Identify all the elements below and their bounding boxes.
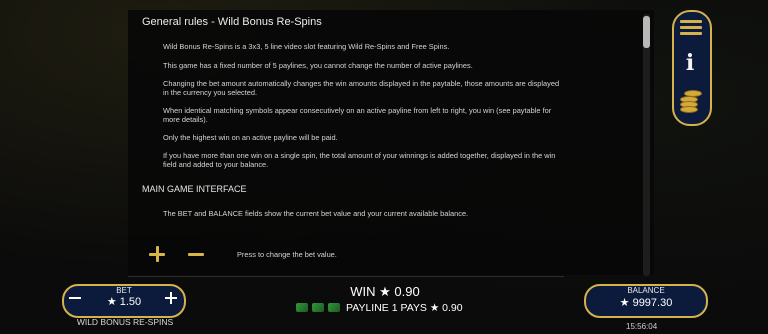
interface-paragraph: The BET and BALANCE fields show the curr… (163, 209, 469, 218)
coins-stack-icon[interactable] (678, 88, 702, 113)
bet-increase-button[interactable] (164, 291, 178, 305)
info-icon[interactable]: i (679, 50, 701, 76)
help-scrollbar[interactable] (643, 14, 650, 276)
rules-paragraph: Wild Bonus Re-Spins is a 3x3, 5 line vid… (163, 42, 450, 51)
hamburger-menu-icon[interactable] (680, 20, 702, 36)
rules-paragraph: This game has a fixed number of 5 paylin… (163, 61, 473, 70)
payline-win-info: PAYLINE 1 PAYS ★ 0.90 (296, 302, 463, 316)
plus-icon (149, 246, 165, 262)
balance-label: BALANCE (627, 286, 665, 295)
scrollbar-thumb[interactable] (643, 16, 650, 48)
rules-paragraph: Changing the bet amount automatically ch… (163, 79, 560, 97)
clock: 15:56:04 (626, 322, 658, 331)
game-name: WILD BONUS RE-SPINS (76, 317, 174, 327)
divider (128, 276, 564, 277)
rules-paragraph: If you have more than one win on a singl… (163, 151, 556, 169)
rules-paragraph: When identical matching symbols appear c… (163, 106, 552, 124)
clover-symbol-icon (296, 303, 308, 312)
clover-symbol-icon (312, 303, 324, 312)
win-amount: WIN ★ 0.90 (350, 284, 420, 299)
bet-control-description: Press to change the bet value. (237, 250, 337, 259)
section-title: MAIN GAME INTERFACE (142, 184, 247, 194)
clover-symbol-icon (328, 303, 340, 312)
bet-decrease-button[interactable] (68, 291, 82, 305)
balance-value: ★ 9997.30 (619, 297, 673, 309)
minus-icon (188, 246, 204, 262)
payline-text: PAYLINE 1 PAYS ★ 0.90 (346, 302, 463, 314)
rules-paragraph: Only the highest win on an active paylin… (163, 133, 338, 142)
rules-title: General rules - Wild Bonus Re-Spins (142, 16, 322, 28)
